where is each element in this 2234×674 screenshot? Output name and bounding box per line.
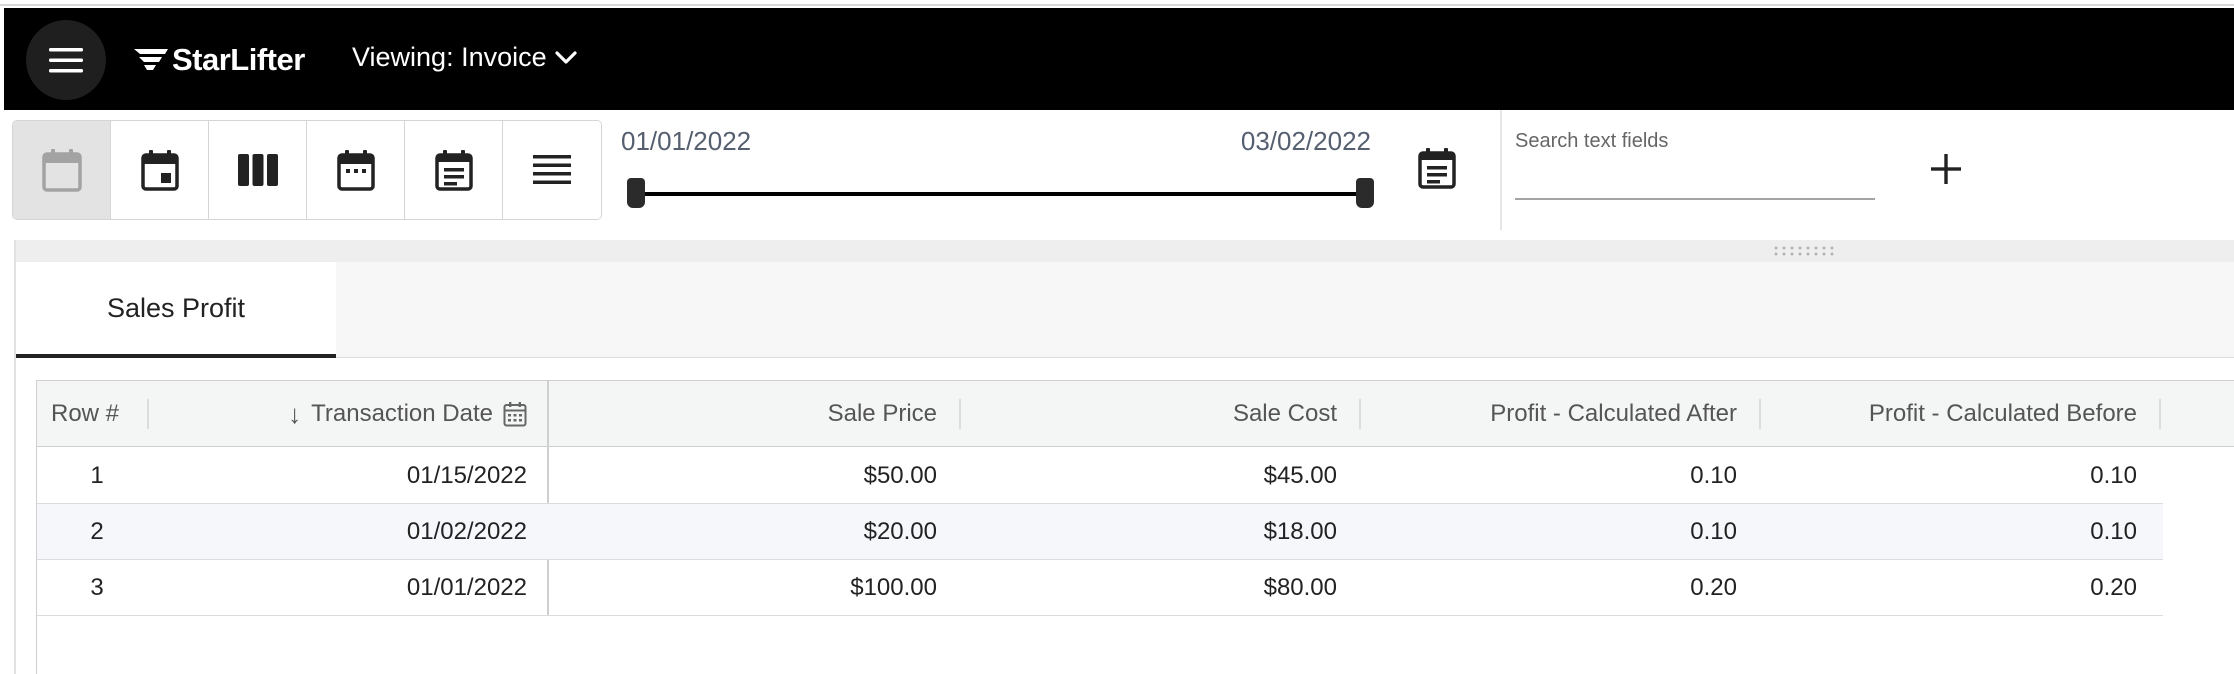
table-row[interactable]: 3 01/01/2022 $100.00 $80.00 0.20 0.20 (37, 560, 2163, 616)
tabs-bar: Sales Profit (16, 262, 2234, 358)
calendar-agenda-icon (434, 150, 473, 191)
window-top-edge (0, 0, 2234, 6)
panel-resize-strip (16, 240, 2234, 262)
table-row[interactable]: 2 01/02/2022 $20.00 $18.00 0.10 0.10 (37, 504, 2163, 560)
cell-sale-cost: $18.00 (1263, 517, 1337, 545)
cell-sale-cost: $45.00 (1263, 461, 1337, 489)
viewing-selector[interactable]: Viewing: Invoice (352, 42, 577, 73)
starlifter-wing-icon (134, 49, 168, 70)
data-grid: Row # ↓ Transaction Date Sale Price Sale… (36, 380, 2234, 674)
cell-profit-after: 0.10 (1690, 517, 1737, 545)
slider-end-handle[interactable] (1356, 178, 1374, 208)
search-input[interactable] (1515, 160, 1875, 200)
cell-sale-cost: $80.00 (1263, 573, 1337, 601)
view-mode-group (12, 120, 602, 220)
calendar-event-icon (1418, 148, 1456, 189)
cell-row-number: 2 (90, 517, 104, 545)
columns-icon (237, 154, 278, 186)
view-columns-button[interactable] (209, 121, 307, 219)
menu-icon (49, 48, 83, 73)
search-label: Search text fields (1515, 130, 1669, 152)
date-range-end: 03/02/2022 (1240, 126, 1371, 156)
column-header-sale-cost[interactable]: Sale Cost (967, 381, 1337, 447)
column-separator[interactable] (1759, 399, 1761, 429)
cell-profit-after: 0.10 (1690, 461, 1737, 489)
viewing-label: Viewing: Invoice (352, 42, 547, 72)
date-range-slider: 01/01/2022 03/02/2022 (615, 122, 1375, 222)
date-range-start: 01/01/2022 (621, 126, 752, 156)
column-header-transaction-date[interactable]: ↓ Transaction Date (167, 381, 527, 447)
search-field: Search text fields (1515, 130, 1875, 214)
cell-row-number: 3 (90, 573, 104, 601)
cell-profit-before: 0.20 (2090, 573, 2137, 601)
slider-start-handle[interactable] (627, 178, 645, 208)
brand-name: StarLifter (172, 42, 305, 77)
column-header-sale-price[interactable]: Sale Price (547, 381, 937, 447)
sort-descending-icon: ↓ (288, 398, 302, 429)
column-header-profit-after[interactable]: Profit - Calculated After (1367, 381, 1737, 447)
grid-header: Row # ↓ Transaction Date Sale Price Sale… (37, 381, 2234, 447)
cell-profit-after: 0.20 (1690, 573, 1737, 601)
column-header-profit-before[interactable]: Profit - Calculated Before (1767, 381, 2137, 447)
drag-handle-icon[interactable] (1772, 245, 1836, 257)
slider-track[interactable] (637, 192, 1367, 196)
cell-profit-before: 0.10 (2090, 517, 2137, 545)
toolbar: 01/01/2022 03/02/2022 Search text fields (0, 110, 2234, 238)
report-panel: Sales Profit Row # ↓ Transaction Date Sa… (14, 240, 2234, 674)
calendar-day-icon (140, 150, 179, 191)
cell-profit-before: 0.10 (2090, 461, 2137, 489)
tab-sales-profit[interactable]: Sales Profit (16, 262, 336, 358)
toolbar-divider (1500, 110, 1502, 230)
column-separator[interactable] (147, 399, 149, 429)
cell-sale-price: $50.00 (863, 461, 937, 489)
cell-sale-price: $100.00 (850, 573, 937, 601)
column-separator[interactable] (959, 399, 961, 429)
column-separator[interactable] (1359, 399, 1361, 429)
plus-icon (1931, 154, 1961, 184)
cell-transaction-date: 01/02/2022 (406, 517, 527, 545)
hamburger-menu-button[interactable] (26, 20, 106, 100)
brand-logo[interactable]: StarLifter (134, 40, 305, 80)
add-button[interactable] (1925, 148, 1967, 190)
calendar-filter-icon (503, 402, 527, 427)
calendar-blank-icon (41, 149, 82, 192)
column-separator[interactable] (2159, 399, 2161, 429)
cell-sale-price: $20.00 (863, 517, 937, 545)
column-header-row-number[interactable]: Row # (51, 381, 151, 447)
view-month-button[interactable] (307, 121, 405, 219)
list-icon (533, 155, 571, 184)
cell-transaction-date: 01/01/2022 (406, 573, 527, 601)
app-header: StarLifter Viewing: Invoice (4, 8, 2234, 110)
table-row[interactable]: 1 01/15/2022 $50.00 $45.00 0.10 0.10 (37, 448, 2163, 504)
view-list-button[interactable] (503, 121, 601, 219)
cell-row-number: 1 (90, 461, 104, 489)
view-calendar-blank-button[interactable] (13, 121, 111, 219)
calendar-month-icon (336, 150, 375, 191)
view-day-button[interactable] (111, 121, 209, 219)
chevron-down-icon (555, 50, 577, 64)
cell-transaction-date: 01/15/2022 (406, 461, 527, 489)
view-agenda-button[interactable] (405, 121, 503, 219)
date-picker-button[interactable] (1412, 140, 1462, 196)
